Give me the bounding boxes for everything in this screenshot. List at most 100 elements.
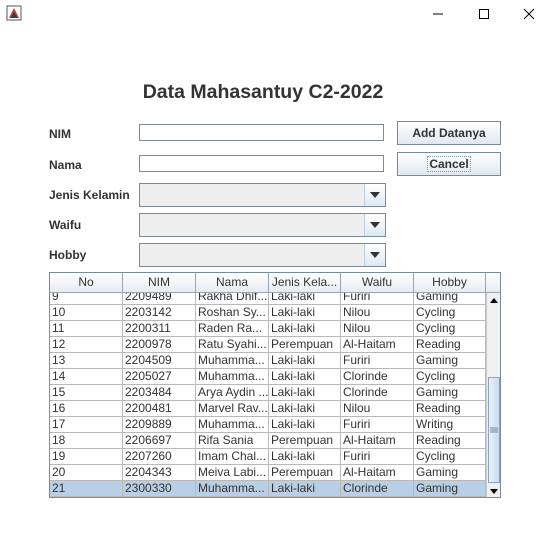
minimize-icon	[433, 13, 443, 15]
table-cell: 2206697	[123, 433, 196, 449]
table-row[interactable]: 18 2206697 Rifa Sania Perempuan Al-Haitam Rea…	[50, 433, 486, 449]
nim-field[interactable]	[139, 124, 384, 141]
table-cell: 12	[50, 337, 123, 353]
vertical-scrollbar[interactable]	[486, 293, 500, 497]
table-row[interactable]: 19 2207260 Imam Chal... Laki-laki Furiri Cycl…	[50, 449, 486, 465]
form-title: Data Mahasantuy C2-2022	[142, 81, 384, 103]
column-header[interactable]: Waifu	[341, 273, 414, 292]
column-header[interactable]: Jenis Kela...	[269, 273, 341, 292]
table-cell: Laki-laki	[269, 353, 341, 369]
hobby-dropdown-button[interactable]	[364, 244, 385, 266]
table-cell: Reading	[414, 433, 486, 449]
table-row[interactable]: 21 2300330 Muhamma... Laki-laki Clorinde Gami…	[50, 481, 486, 497]
cancel-button[interactable]: Cancel	[397, 152, 501, 176]
table-cell: 2300330	[123, 481, 196, 497]
table-cell: 20	[50, 465, 123, 481]
chevron-down-icon	[490, 488, 498, 494]
hobby-select[interactable]	[139, 243, 386, 267]
table-cell: 2209489	[123, 293, 196, 305]
table-body[interactable]: 9 2209489 Rakha Dhif... Laki-laki Furiri Gami…	[50, 293, 486, 497]
jenis-kelamin-dropdown-button[interactable]	[364, 184, 385, 206]
table-cell: Roshan Sy...	[196, 305, 269, 321]
table-cell: Laki-laki	[269, 293, 341, 305]
table-cell: 13	[50, 353, 123, 369]
table-cell: Muhamma...	[196, 481, 269, 497]
column-header[interactable]: NIM	[123, 273, 196, 292]
column-header[interactable]: Nama	[196, 273, 269, 292]
column-header[interactable]: No	[50, 273, 123, 292]
jenis-kelamin-select[interactable]	[139, 183, 386, 207]
nama-label: Nama	[49, 158, 82, 172]
table-cell: Al-Haitam	[341, 337, 414, 353]
table-cell: Clorinde	[341, 481, 414, 497]
table-cell: Muhamma...	[196, 417, 269, 433]
table-cell: Reading	[414, 337, 486, 353]
table-cell: 2204509	[123, 353, 196, 369]
nim-label: NIM	[49, 127, 71, 141]
table-cell: Laki-laki	[269, 449, 341, 465]
maximize-icon	[479, 9, 489, 19]
table-cell: Perempuan	[269, 337, 341, 353]
table-row[interactable]: 16 2200481 Marvel Rav... Laki-laki Nilou Read…	[50, 401, 486, 417]
table-row[interactable]: 13 2204509 Muhamma... Laki-laki Furiri Gaming	[50, 353, 486, 369]
minimize-button[interactable]	[415, 0, 461, 28]
table-cell: Raden Ra...	[196, 321, 269, 337]
table-header: No NIM Nama Jenis Kela... Waifu Hobby	[50, 273, 487, 293]
table-cell: Nilou	[341, 305, 414, 321]
nama-field[interactable]	[139, 155, 384, 172]
table-cell: Perempuan	[269, 465, 341, 481]
scroll-up-button[interactable]	[487, 293, 500, 307]
java-app-icon	[6, 5, 22, 21]
table-cell: 2200481	[123, 401, 196, 417]
table-cell: Cycling	[414, 449, 486, 465]
waifu-select[interactable]	[139, 213, 386, 237]
column-header[interactable]: Hobby	[414, 273, 486, 292]
jenis-kelamin-label: Jenis Kelamin	[49, 188, 130, 202]
chevron-up-icon	[490, 297, 498, 303]
chevron-down-icon	[370, 252, 380, 258]
table-cell: Cycling	[414, 369, 486, 385]
table-cell: Gaming	[414, 385, 486, 401]
table-cell: Arya Aydin ...	[196, 385, 269, 401]
table-cell: 2203142	[123, 305, 196, 321]
table-row[interactable]: 10 2203142 Roshan Sy... Laki-laki Nilou Cycli…	[50, 305, 486, 321]
table-cell: Laki-laki	[269, 385, 341, 401]
add-datanya-button[interactable]: Add Datanya	[397, 121, 501, 145]
table-cell: Gaming	[414, 353, 486, 369]
table-row[interactable]: 9 2209489 Rakha Dhif... Laki-laki Furiri Gami…	[50, 293, 486, 305]
scroll-down-button[interactable]	[487, 484, 500, 497]
table-cell: Gaming	[414, 293, 486, 305]
data-table[interactable]: No NIM Nama Jenis Kela... Waifu Hobby 9 220948…	[49, 272, 501, 498]
table-row[interactable]: 20 2204343 Meiva Labi... Perempuan Al-Haitam…	[50, 465, 486, 481]
table-cell: 19	[50, 449, 123, 465]
maximize-button[interactable]	[461, 0, 507, 28]
table-cell: 18	[50, 433, 123, 449]
table-cell: Reading	[414, 401, 486, 417]
scroll-thumb[interactable]	[488, 377, 500, 483]
table-row[interactable]: 14 2205027 Muhamma... Laki-laki Clorinde Cycl…	[50, 369, 486, 385]
table-cell: 2203484	[123, 385, 196, 401]
table-cell: 2209889	[123, 417, 196, 433]
table-row[interactable]: 15 2203484 Arya Aydin ... Laki-laki Clorinde…	[50, 385, 486, 401]
table-cell: 11	[50, 321, 123, 337]
table-row[interactable]: 12 2200978 Ratu Syahi... Perempuan Al-Haitam…	[50, 337, 486, 353]
table-cell: Ratu Syahi...	[196, 337, 269, 353]
table-cell: Rakha Dhif...	[196, 293, 269, 305]
table-cell: Furiri	[341, 417, 414, 433]
table-row[interactable]: 11 2200311 Raden Ra... Laki-laki Nilou Cyclin…	[50, 321, 486, 337]
table-cell: Clorinde	[341, 385, 414, 401]
close-button[interactable]	[506, 0, 551, 28]
table-cell: 17	[50, 417, 123, 433]
table-cell: 2204343	[123, 465, 196, 481]
chevron-down-icon	[370, 222, 380, 228]
chevron-down-icon	[370, 192, 380, 198]
table-header-corner	[486, 273, 500, 293]
table-cell: 14	[50, 369, 123, 385]
waifu-dropdown-button[interactable]	[364, 214, 385, 236]
table-row[interactable]: 17 2209889 Muhamma... Laki-laki Furiri Writin…	[50, 417, 486, 433]
table-cell: Imam Chal...	[196, 449, 269, 465]
table-cell: Al-Haitam	[341, 433, 414, 449]
grip-icon	[490, 427, 498, 433]
table-cell: 9	[50, 293, 123, 305]
table-cell: Cycling	[414, 321, 486, 337]
